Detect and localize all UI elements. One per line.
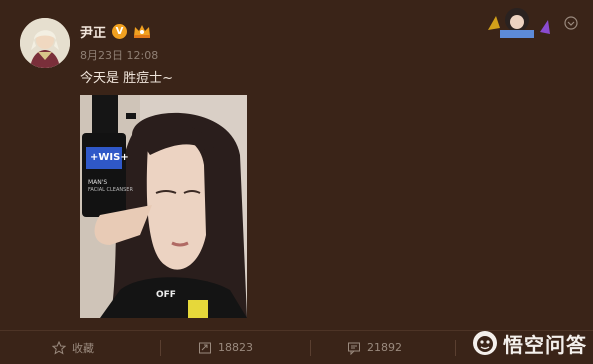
comment-icon — [348, 342, 360, 355]
fan-badge[interactable] — [486, 2, 552, 42]
bottle-subtitle-2: FACIAL CLEANSER — [88, 187, 133, 193]
post-text: 今天是 胜痘士~ — [80, 71, 174, 86]
bottle-subtitle: MAN'S — [88, 179, 108, 186]
post-timestamp[interactable]: 8月23日 12:08 — [80, 47, 158, 63]
repost-count: 18823 — [218, 341, 253, 354]
action-separator — [310, 340, 311, 356]
star-icon — [52, 340, 66, 355]
chevron-down-icon — [564, 16, 578, 30]
avatar-illustration — [20, 18, 70, 68]
post-time: 12:08 — [126, 49, 159, 62]
shirt-print: OFF — [156, 290, 176, 300]
selfie-image — [80, 95, 247, 318]
bottle-brand: +WIS+ — [90, 152, 129, 163]
post-menu-button[interactable] — [561, 13, 581, 33]
comment-count: 21892 — [367, 341, 402, 354]
fan-badge-icon — [488, 8, 550, 38]
post-photo[interactable]: +WIS+ MAN'S FACIAL CLEANSER OFF — [80, 95, 247, 318]
user-avatar[interactable] — [20, 18, 70, 68]
watermark: 悟空问答 — [472, 326, 587, 360]
verified-badge-icon: V — [112, 23, 128, 39]
action-separator — [160, 340, 161, 356]
action-separator — [455, 340, 456, 356]
username-row: 尹正 V — [80, 20, 151, 42]
repost-icon — [199, 342, 211, 353]
crown-badge-icon — [134, 25, 151, 38]
favorite-button[interactable]: 收藏 — [52, 331, 94, 364]
comment-button[interactable]: 21892 — [347, 331, 402, 364]
repost-button[interactable]: 18823 — [198, 331, 253, 364]
post-date: 8月23日 — [80, 49, 123, 62]
username[interactable]: 尹正 — [80, 22, 106, 41]
wukong-logo-icon — [473, 331, 497, 355]
favorite-label: 收藏 — [72, 341, 94, 355]
watermark-text: 悟空问答 — [503, 332, 587, 357]
